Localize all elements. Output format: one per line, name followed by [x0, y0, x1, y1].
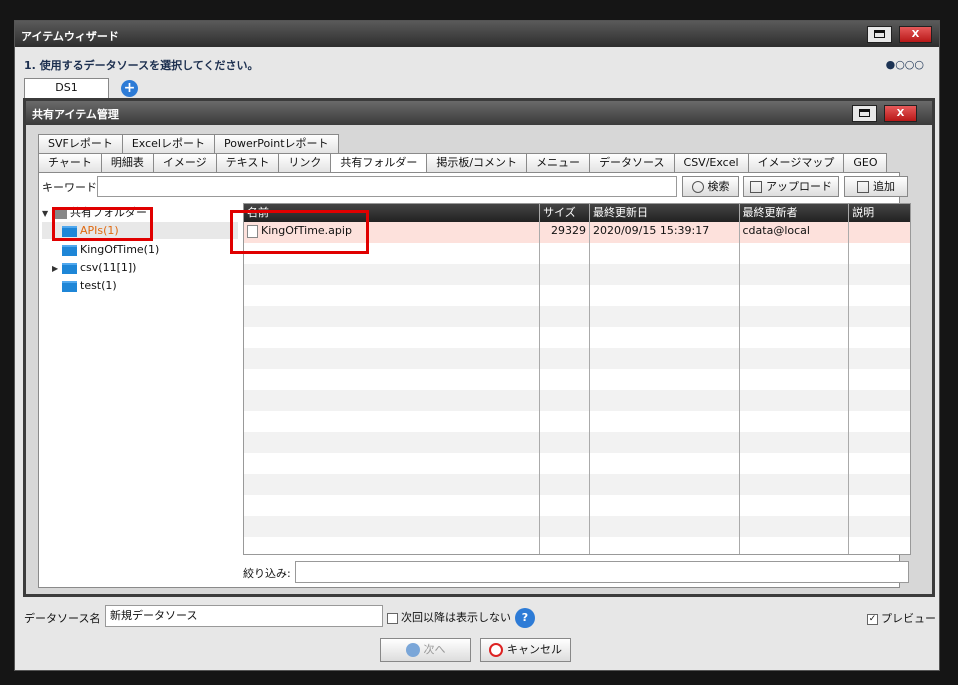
maximize-icon: [859, 109, 870, 117]
step-progress-indicator: ●○○○: [885, 58, 924, 71]
empty-row: [244, 390, 910, 411]
datasource-name-input[interactable]: 新規データソース: [105, 605, 383, 627]
cancel-button-label: キャンセル: [507, 643, 562, 656]
tab-geo[interactable]: GEO: [843, 153, 888, 172]
tree-item-csv[interactable]: ▶ csv(11[1]): [52, 259, 136, 276]
tab-menu[interactable]: メニュー: [526, 153, 591, 172]
keyword-input[interactable]: [97, 176, 677, 197]
cell-modified-by: cdata@local: [740, 222, 850, 243]
dialog-maximize-button[interactable]: [852, 105, 877, 122]
upload-icon: [750, 181, 762, 193]
tab-detail-table[interactable]: 明細表: [100, 153, 154, 172]
maximize-button[interactable]: [867, 26, 892, 43]
cancel-icon: [489, 643, 503, 657]
empty-row: [244, 495, 910, 516]
folder-tree: ▼ 共有フォルダー APIs(1) KingOfTime(1) ▶ csv(11[1…: [42, 203, 242, 558]
tab-svf-report[interactable]: SVFレポート: [38, 134, 123, 153]
column-header-description[interactable]: 説明: [849, 204, 910, 222]
dialog-titlebar: 共有アイテム管理: [26, 101, 932, 125]
tab-csv-excel[interactable]: CSV/Excel: [673, 153, 749, 172]
tab-image-map[interactable]: イメージマップ: [747, 153, 845, 172]
step-instruction: 1. 使用するデータソースを選択してください。: [24, 59, 259, 72]
tree-item-kingoftime[interactable]: KingOfTime(1): [62, 241, 159, 258]
add-icon: [857, 181, 869, 193]
no-show-label: 次回以降は表示しない: [401, 611, 511, 624]
next-button[interactable]: 次へ: [380, 638, 471, 662]
search-icon: [691, 181, 704, 193]
tab-link[interactable]: リンク: [278, 153, 332, 172]
tree-item-label: KingOfTime(1): [80, 243, 160, 256]
empty-row: [244, 348, 910, 369]
column-header-modified-by[interactable]: 最終更新者: [740, 204, 850, 222]
expand-down-icon: ▼: [42, 209, 49, 218]
tab-row-reports: SVFレポート Excelレポート PowerPointレポート: [38, 134, 339, 153]
datasource-name-label: データソース名: [24, 612, 101, 625]
empty-row: [244, 453, 910, 474]
tab-text[interactable]: テキスト: [215, 153, 280, 172]
column-header-modified-date[interactable]: 最終更新日: [590, 204, 740, 222]
empty-row: [244, 474, 910, 495]
folder-icon: [62, 262, 77, 274]
next-arrow-icon: [405, 643, 420, 657]
tab-board-comment[interactable]: 掲示板/コメント: [426, 153, 528, 172]
empty-row: [244, 264, 910, 285]
help-icon[interactable]: ?: [515, 608, 535, 628]
tab-excel-report[interactable]: Excelレポート: [121, 134, 215, 153]
empty-row: [244, 537, 910, 554]
tree-item-label: csv(11[1]): [80, 261, 137, 274]
tab-datasource[interactable]: データソース: [589, 153, 675, 172]
tree-item-test[interactable]: test(1): [62, 277, 117, 294]
tab-ds1[interactable]: DS1: [24, 78, 109, 98]
search-button[interactable]: 検索: [682, 176, 739, 197]
empty-row: [244, 369, 910, 390]
search-button-label: 検索: [707, 180, 730, 193]
file-grid: 名前 サイズ 最終更新日 最終更新者 説明 KingOfTime.apip 29…: [243, 203, 911, 555]
tree-item-label: test(1): [80, 279, 117, 292]
column-header-size[interactable]: サイズ: [540, 204, 590, 222]
window-title: アイテムウィザード: [21, 30, 119, 43]
highlight-box-tree: [52, 207, 153, 241]
tab-chart[interactable]: チャート: [38, 153, 102, 172]
keyword-label: キーワード:: [42, 181, 101, 194]
empty-row: [244, 306, 910, 327]
cancel-button[interactable]: キャンセル: [480, 638, 571, 662]
folder-icon: [62, 244, 77, 256]
tab-shared-folder[interactable]: 共有フォルダー: [330, 153, 428, 173]
tab-image[interactable]: イメージ: [152, 153, 217, 172]
empty-row: [244, 285, 910, 306]
item-wizard-window: アイテムウィザード X 1. 使用するデータソースを選択してください。 ●○○○…: [14, 20, 940, 671]
dialog-close-button[interactable]: X: [884, 105, 917, 122]
empty-row: [244, 432, 910, 453]
preview-label: プレビュー: [881, 612, 936, 625]
preview-checkbox[interactable]: ✓: [867, 613, 878, 625]
add-datasource-button[interactable]: +: [121, 80, 138, 97]
tab-row-items: チャート 明細表 イメージ テキスト リンク 共有フォルダー 掲示板/コメント …: [38, 153, 888, 173]
upload-button[interactable]: アップロード: [743, 176, 839, 197]
no-show-again[interactable]: 次回以降は表示しない?: [387, 608, 535, 628]
highlight-box-file: [230, 210, 369, 254]
cell-description: [849, 222, 910, 243]
empty-row: [244, 516, 910, 537]
expand-right-icon[interactable]: ▶: [52, 260, 62, 277]
cell-modified-date: 2020/09/15 15:39:17: [590, 222, 740, 243]
maximize-icon: [874, 30, 885, 38]
shared-folder-panel: キーワード: 検索 アップロード 追加 ▼ 共有フォルダー APIs(1) Kin…: [38, 172, 911, 588]
folder-icon: [62, 280, 77, 292]
empty-row: [244, 411, 910, 432]
window-titlebar: アイテムウィザード: [15, 21, 939, 47]
filter-label: 絞り込み:: [243, 567, 291, 580]
tab-powerpoint-report[interactable]: PowerPointレポート: [213, 134, 339, 153]
empty-row: [244, 327, 910, 348]
cell-size: 29329: [540, 222, 590, 243]
next-button-label: 次へ: [423, 643, 446, 656]
dialog-title: 共有アイテム管理: [32, 108, 119, 121]
close-button[interactable]: X: [899, 26, 932, 43]
upload-button-label: アップロード: [766, 180, 832, 193]
filter-input[interactable]: [295, 561, 909, 583]
add-button-label: 追加: [873, 180, 895, 193]
no-show-checkbox[interactable]: [387, 612, 398, 624]
shared-item-manager-dialog: 共有アイテム管理 X SVFレポート Excelレポート PowerPointレ…: [23, 98, 935, 597]
preview-option[interactable]: ✓ プレビュー: [867, 610, 936, 626]
add-button[interactable]: 追加: [844, 176, 908, 197]
